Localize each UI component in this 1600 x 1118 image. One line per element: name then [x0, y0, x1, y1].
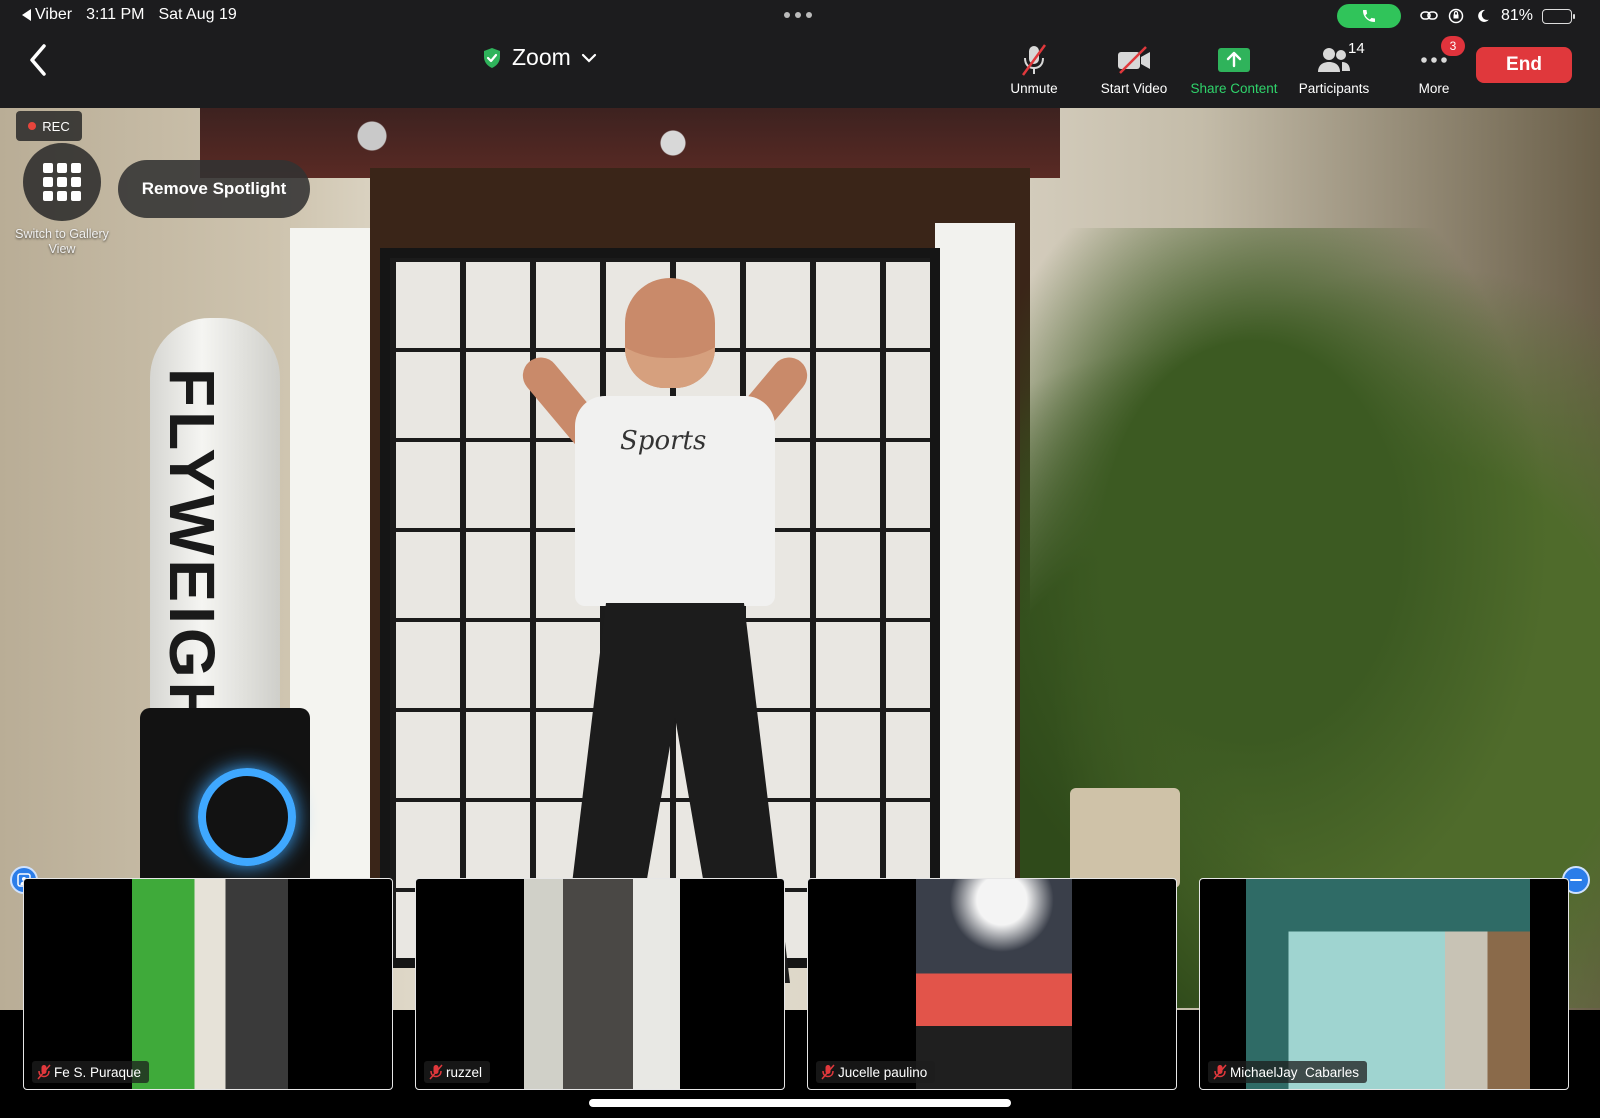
status-right: 81% — [1336, 4, 1575, 28]
back-to-app-link[interactable]: Viber — [22, 6, 72, 24]
toolbar-actions: Unmute Start Video Share Content 14 Part… — [984, 36, 1484, 96]
participant-name: Fe S. Puraque — [54, 1064, 142, 1080]
share-content-button[interactable]: Share Content — [1184, 36, 1284, 96]
instructor-shirt: Sports — [575, 396, 775, 606]
meeting-title: Zoom — [512, 44, 571, 70]
orientation-lock-icon — [1447, 7, 1465, 25]
participant-name-tag: Fe S. Puraque — [32, 1061, 150, 1083]
start-video-label: Start Video — [1100, 81, 1168, 96]
unmute-button[interactable]: Unmute — [984, 36, 1084, 96]
rec-dot-icon — [28, 122, 37, 130]
speaker-light-ring — [198, 768, 296, 866]
participant-name: MichaelJay Cabarles — [1230, 1064, 1360, 1080]
muted-mic-icon — [1019, 43, 1049, 77]
switch-to-gallery-label: Switch to Gallery View — [15, 227, 109, 256]
punching-bag-text: FLYWEIGH — [156, 368, 228, 732]
status-date: Sat Aug 19 — [158, 6, 237, 23]
participants-button[interactable]: 14 Participants — [1284, 36, 1384, 96]
start-video-button[interactable]: Start Video — [1084, 36, 1184, 96]
participants-count: 14 — [1348, 40, 1365, 57]
muted-mic-icon — [37, 1064, 51, 1080]
status-bar: Viber 3:11 PM Sat Aug 19 81% — [0, 0, 1600, 32]
participant-thumbnail-4[interactable]: MichaelJay Cabarles — [1199, 878, 1569, 1090]
more-label: More — [1418, 81, 1450, 96]
more-notification-badge: 3 — [1441, 36, 1465, 56]
participant-name-tag: Jucelle paulino — [816, 1061, 936, 1083]
home-indicator[interactable] — [589, 1099, 1011, 1107]
muted-mic-icon — [821, 1064, 835, 1080]
participant-thumbnail-1[interactable]: Fe S. Puraque — [23, 878, 393, 1090]
muted-mic-icon — [1213, 1064, 1227, 1080]
muted-mic-icon — [429, 1064, 443, 1080]
video-off-icon — [1116, 43, 1152, 77]
moon-icon — [1474, 7, 1492, 25]
grid-icon — [43, 163, 81, 201]
remove-spotlight-button[interactable]: Remove Spotlight — [118, 160, 310, 218]
active-call-pill[interactable] — [1336, 4, 1401, 28]
participant-video — [524, 879, 680, 1089]
link-icon — [1420, 7, 1438, 25]
minus-icon — [1570, 879, 1582, 881]
share-screen-icon — [1217, 43, 1251, 77]
status-left: Viber 3:11 PM Sat Aug 19 — [22, 6, 237, 24]
participant-name: ruzzel — [446, 1064, 483, 1080]
shield-check-icon — [484, 47, 500, 68]
participant-name: Jucelle paulino — [838, 1064, 928, 1080]
dancing-instructor: Sports — [515, 272, 815, 983]
unmute-label: Unmute — [1010, 81, 1058, 96]
rec-label: REC — [42, 118, 70, 134]
back-app-label: Viber — [35, 6, 73, 23]
status-time: 3:11 PM — [86, 6, 145, 23]
participant-video — [916, 879, 1072, 1089]
back-chevron-icon[interactable] — [24, 42, 54, 78]
participant-thumbnail-2[interactable]: ruzzel — [415, 878, 785, 1090]
window-light-right — [935, 223, 1015, 923]
plant-pot — [1070, 788, 1180, 888]
phone-icon — [1362, 10, 1375, 22]
share-content-label: Share Content — [1190, 81, 1278, 96]
more-button[interactable]: 3 More — [1384, 36, 1484, 96]
participants-label: Participants — [1298, 81, 1370, 96]
battery-percent: 81% — [1500, 7, 1533, 24]
participants-icon — [1316, 43, 1352, 77]
end-meeting-button[interactable]: End — [1476, 47, 1572, 83]
participant-name-tag: ruzzel — [424, 1061, 491, 1083]
chevron-down-icon — [581, 53, 596, 63]
spotlight-video[interactable]: FLYWEIGH Sports — [0, 108, 1600, 1010]
battery-icon — [1542, 8, 1575, 24]
participant-thumbnail-3[interactable]: Jucelle paulino — [807, 878, 1177, 1090]
recording-indicator: REC — [16, 111, 82, 141]
shirt-print: Sports — [620, 426, 707, 456]
meeting-title-dropdown[interactable]: Zoom — [482, 44, 597, 71]
back-triangle-icon — [22, 9, 31, 21]
participant-name-tag: MichaelJay Cabarles — [1208, 1061, 1368, 1083]
participant-video — [132, 879, 288, 1089]
multitasking-dots-icon[interactable] — [784, 12, 812, 18]
participant-video — [1246, 879, 1530, 1089]
switch-to-gallery-button[interactable] — [23, 143, 101, 221]
meeting-toolbar: Zoom Unmute Start Video Share Content 14… — [0, 32, 1600, 108]
